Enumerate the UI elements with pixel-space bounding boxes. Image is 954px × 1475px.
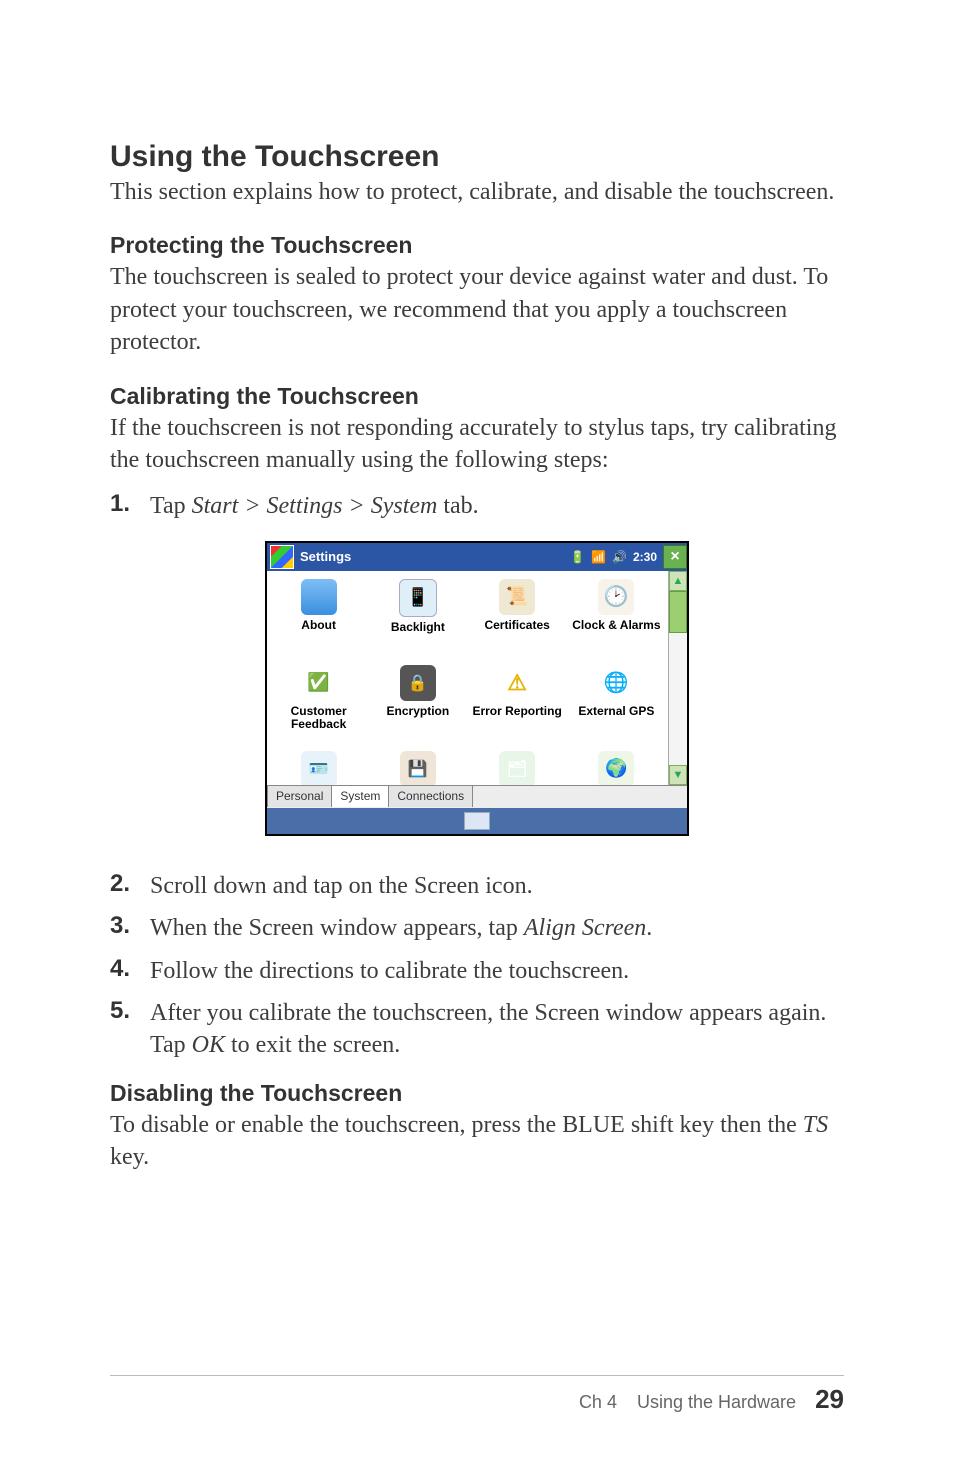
item-encryption[interactable]: Encryption xyxy=(368,663,467,749)
clock-icon xyxy=(598,579,634,615)
paragraph-calibrating: If the touchscreen is not responding acc… xyxy=(110,412,844,477)
encryption-icon xyxy=(400,665,436,701)
feedback-icon xyxy=(301,665,337,701)
soft-key-bar xyxy=(267,808,687,834)
tab-personal[interactable]: Personal xyxy=(267,785,332,807)
heading-calibrating: Calibrating the Touchscreen xyxy=(110,383,844,410)
partial-icon-3 xyxy=(499,751,535,785)
tab-connections[interactable]: Connections xyxy=(388,785,473,807)
page: Using the Touchscreen This section expla… xyxy=(0,0,954,1475)
keyboard-icon[interactable] xyxy=(464,812,490,830)
partial-icon-1 xyxy=(301,751,337,785)
scrollbar[interactable]: ▲ ▼ xyxy=(668,571,687,785)
step-text: Follow the directions to calibrate the t… xyxy=(150,955,844,987)
signal-icon[interactable]: 📶 xyxy=(591,550,606,564)
item-external-gps[interactable]: External GPS xyxy=(567,663,666,749)
item-clock-alarms[interactable]: Clock & Alarms xyxy=(567,577,666,663)
clock-text[interactable]: 2:30 xyxy=(633,550,657,564)
step-text: After you calibrate the touchscreen, the… xyxy=(150,997,844,1062)
settings-body: About Backlight Certificates Clock & Ala… xyxy=(267,571,687,785)
item-partial-1[interactable] xyxy=(269,749,368,785)
step-number: 3. xyxy=(110,912,150,940)
close-button[interactable]: × xyxy=(663,545,687,569)
step-1: 1. Tap Start > Settings > System tab. xyxy=(110,490,844,522)
volume-icon[interactable]: 🔊 xyxy=(612,550,627,564)
step-text: When the Screen window appears, tap Alig… xyxy=(150,912,844,944)
step-number: 4. xyxy=(110,955,150,983)
tab-system[interactable]: System xyxy=(331,785,389,807)
step-text: Tap Start > Settings > System tab. xyxy=(150,490,844,522)
page-title: Using the Touchscreen xyxy=(110,140,844,174)
heading-protecting: Protecting the Touchscreen xyxy=(110,232,844,259)
heading-disabling: Disabling the Touchscreen xyxy=(110,1080,844,1107)
footer-page-number: 29 xyxy=(815,1384,844,1414)
backlight-icon xyxy=(399,579,437,617)
item-error-reporting[interactable]: Error Reporting xyxy=(468,663,567,749)
footer-chapter: Ch 4 xyxy=(579,1392,617,1412)
item-about[interactable]: About xyxy=(269,577,368,663)
about-icon xyxy=(301,579,337,615)
paragraph-protecting: The touchscreen is sealed to protect you… xyxy=(110,261,844,358)
step-list: 1. Tap Start > Settings > System tab. xyxy=(110,490,844,522)
item-partial-3[interactable] xyxy=(468,749,567,785)
scroll-track[interactable] xyxy=(669,633,687,765)
step-text: Scroll down and tap on the Screen icon. xyxy=(150,870,844,902)
scroll-up-icon[interactable]: ▲ xyxy=(669,571,687,591)
paragraph-disabling: To disable or enable the touchscreen, pr… xyxy=(110,1109,844,1174)
item-partial-2[interactable] xyxy=(368,749,467,785)
item-backlight[interactable]: Backlight xyxy=(368,577,467,663)
step-number: 2. xyxy=(110,870,150,898)
window-title: Settings xyxy=(298,549,351,564)
step-3: 3. When the Screen window appears, tap A… xyxy=(110,912,844,944)
step-2: 2. Scroll down and tap on the Screen ico… xyxy=(110,870,844,902)
step-number: 5. xyxy=(110,997,150,1025)
page-footer: Ch 4 Using the Hardware 29 xyxy=(110,1375,844,1415)
tab-bar: Personal System Connections xyxy=(267,785,687,808)
item-partial-4[interactable] xyxy=(567,749,666,785)
scroll-down-icon[interactable]: ▼ xyxy=(669,765,687,785)
partial-icon-2 xyxy=(400,751,436,785)
item-customer-feedback[interactable]: Customer Feedback xyxy=(269,663,368,749)
settings-grid: About Backlight Certificates Clock & Ala… xyxy=(267,571,668,785)
scroll-thumb[interactable] xyxy=(669,591,687,633)
battery-icon[interactable]: 🔋 xyxy=(570,550,585,564)
gps-icon xyxy=(598,665,634,701)
certificates-icon xyxy=(499,579,535,615)
titlebar: Settings 🔋 📶 🔊 2:30 × xyxy=(267,543,687,571)
partial-icon-4 xyxy=(598,751,634,785)
start-flag-icon[interactable] xyxy=(270,545,294,569)
system-tray: 🔋 📶 🔊 2:30 xyxy=(570,550,659,564)
error-icon xyxy=(499,665,535,701)
step-4: 4. Follow the directions to calibrate th… xyxy=(110,955,844,987)
intro-paragraph: This section explains how to protect, ca… xyxy=(110,176,844,208)
step-5: 5. After you calibrate the touchscreen, … xyxy=(110,997,844,1062)
step-number: 1. xyxy=(110,490,150,518)
footer-name: Using the Hardware xyxy=(637,1392,796,1412)
device-screenshot: Settings 🔋 📶 🔊 2:30 × About Backlight Ce… xyxy=(265,541,689,836)
step-list-cont: 2. Scroll down and tap on the Screen ico… xyxy=(110,870,844,1062)
item-certificates[interactable]: Certificates xyxy=(468,577,567,663)
